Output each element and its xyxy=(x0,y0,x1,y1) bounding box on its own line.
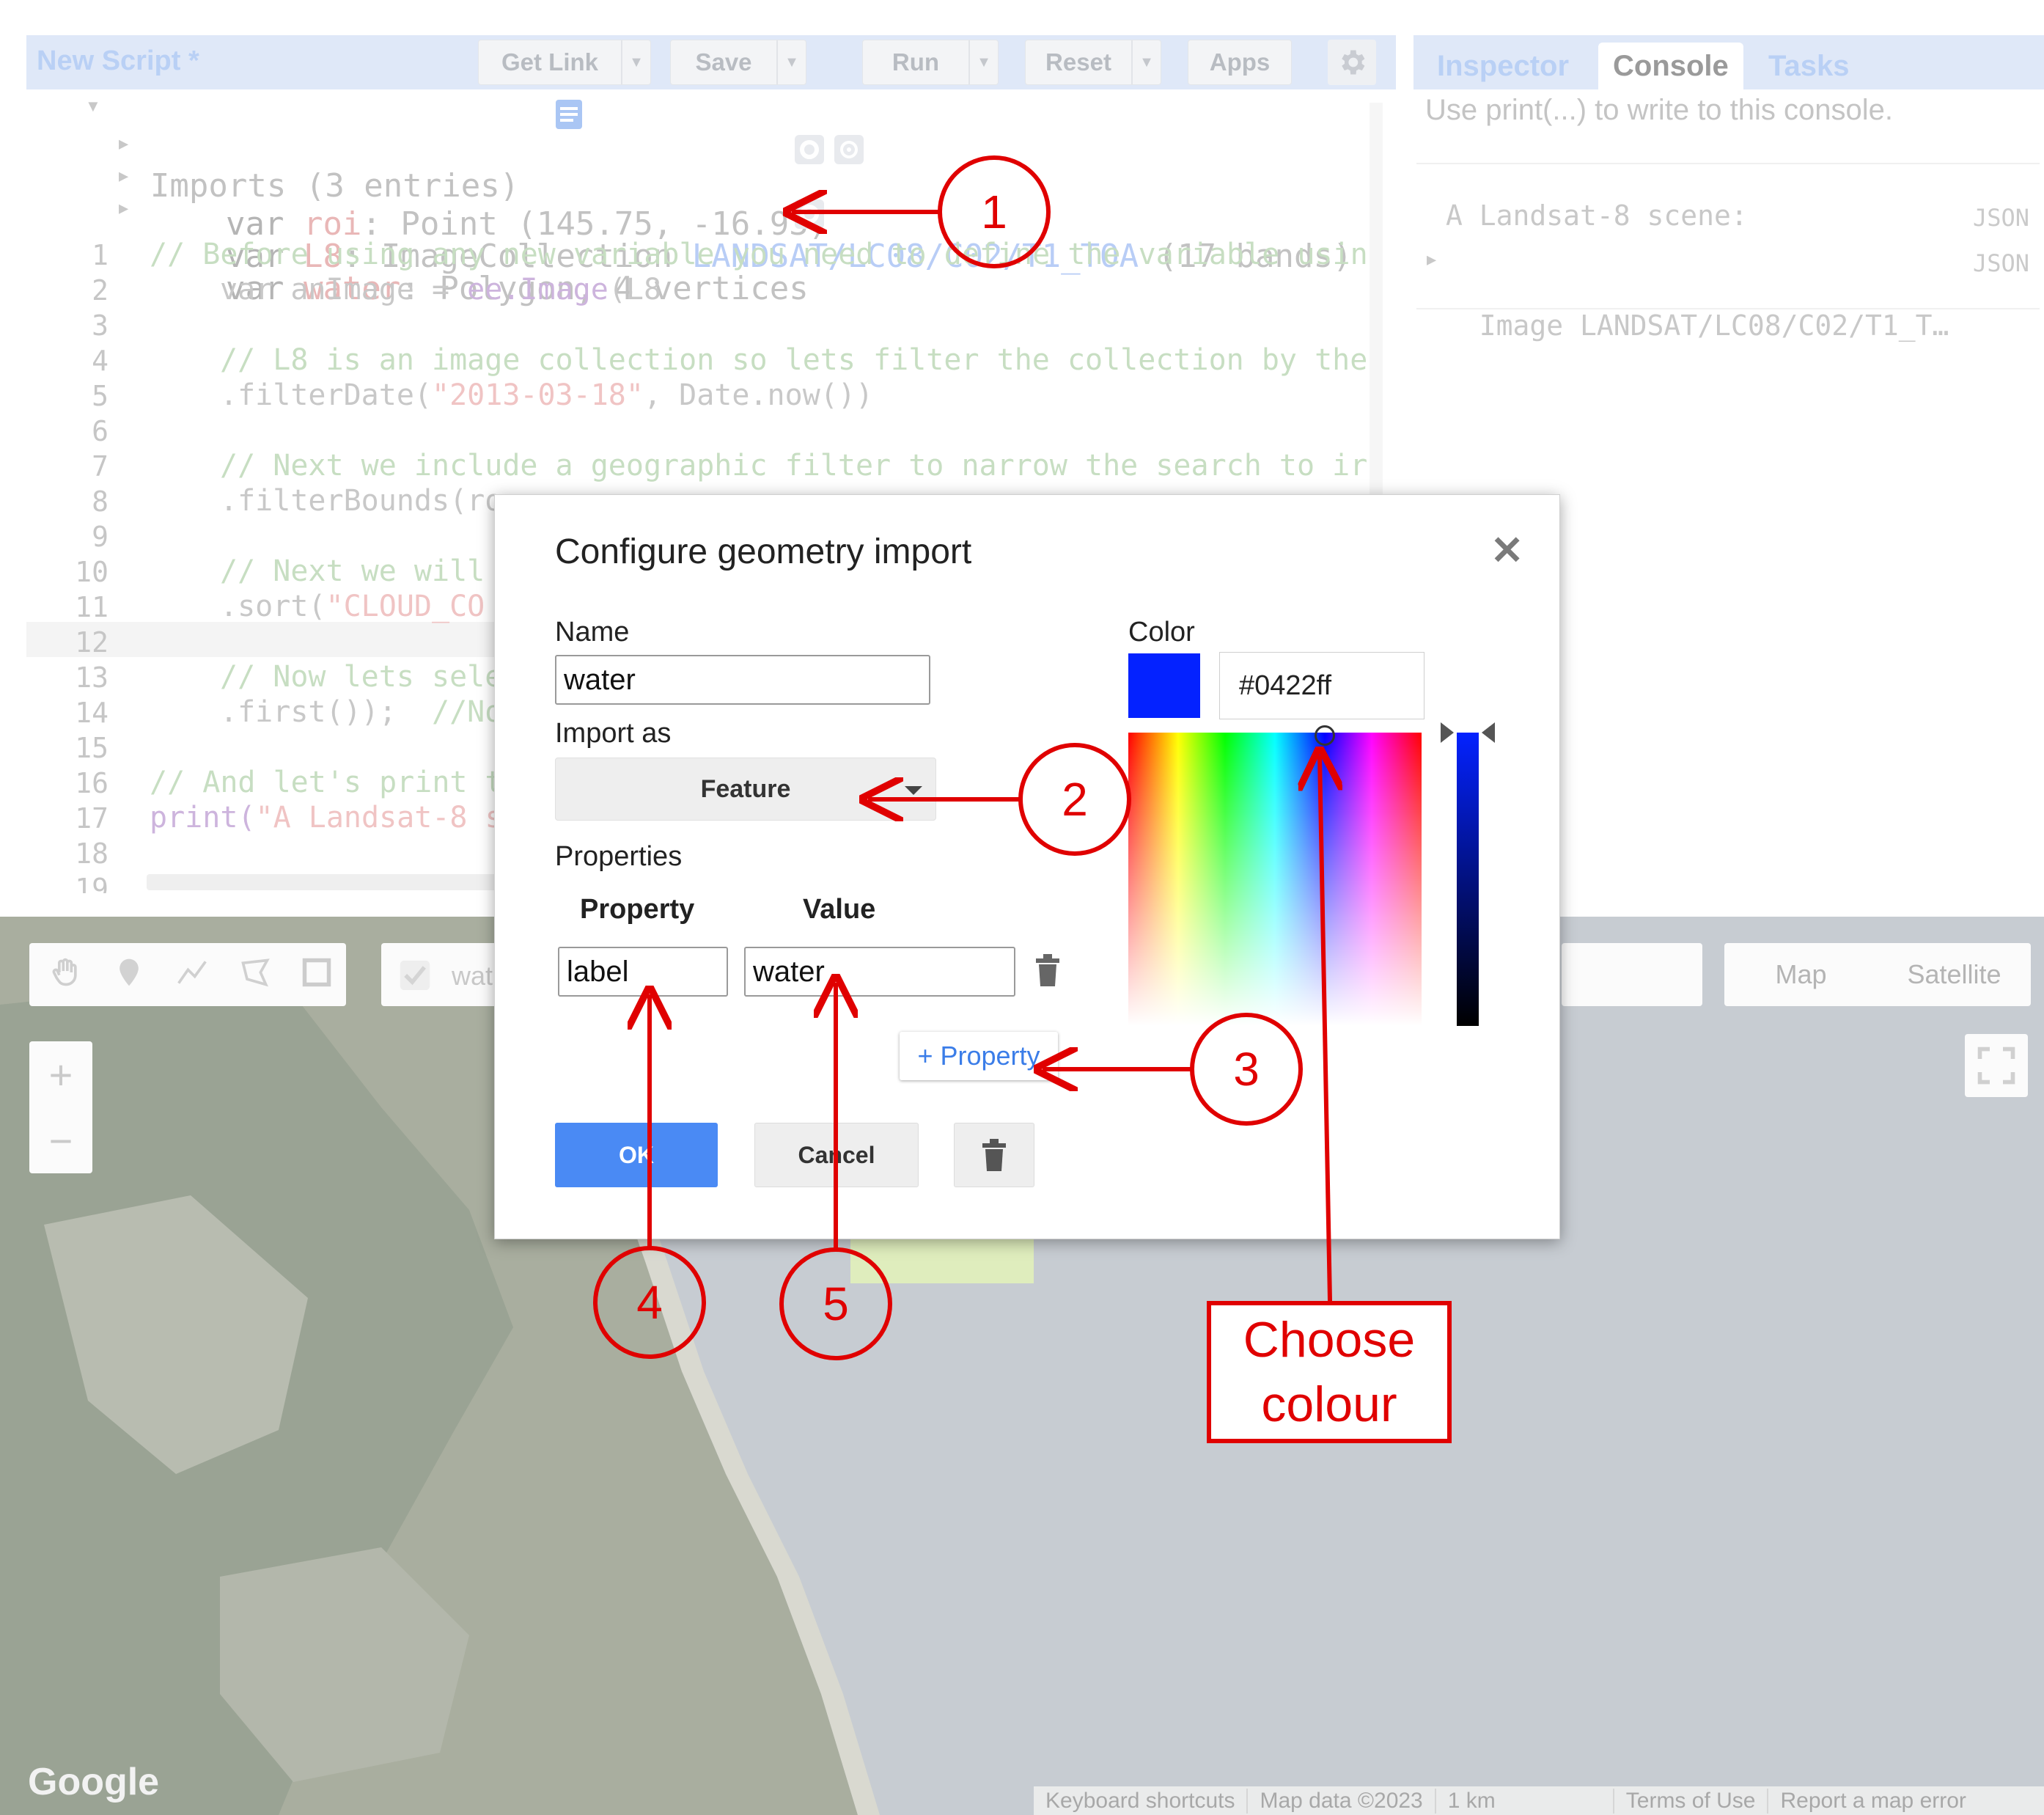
callout-text: colour xyxy=(1261,1376,1397,1432)
annotation-number: 4 xyxy=(636,1276,663,1329)
callout-text: Choose xyxy=(1243,1311,1416,1368)
annotation-number: 5 xyxy=(823,1277,849,1330)
annotation-number: 1 xyxy=(981,186,1007,238)
annotation-arrow-colour xyxy=(1320,755,1330,1302)
annotation-number: 3 xyxy=(1233,1043,1260,1096)
choose-colour-callout: Choose colour xyxy=(1207,1301,1452,1443)
annotation-overlay xyxy=(593,155,2044,1360)
annotation-number: 2 xyxy=(1062,773,1088,826)
